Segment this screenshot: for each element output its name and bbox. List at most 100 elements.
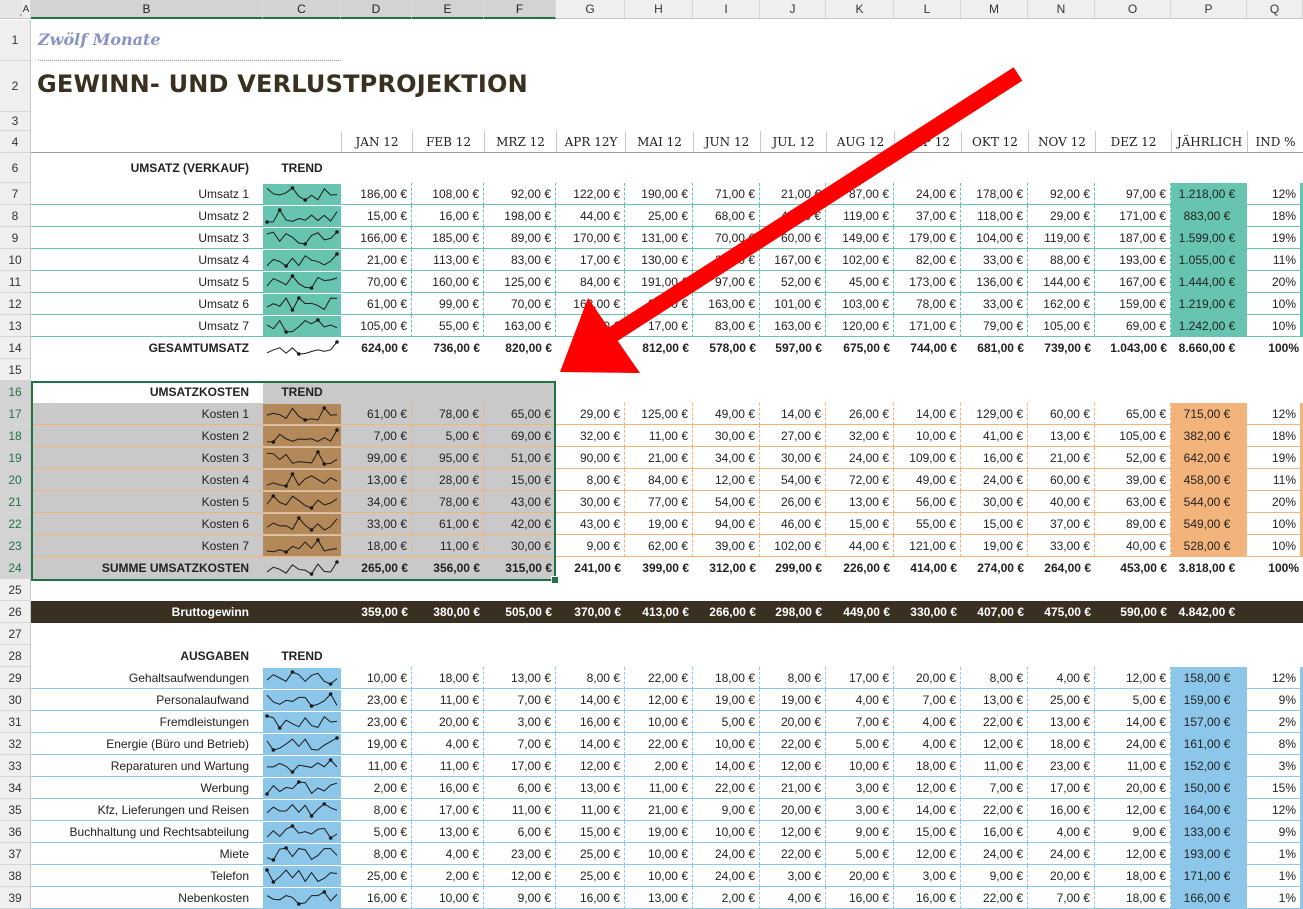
value-cell[interactable]: 16,00 € — [556, 711, 625, 733]
value-cell[interactable]: 121,00 € — [894, 535, 961, 557]
total-value[interactable]: 312,00 € — [693, 557, 760, 579]
value-cell[interactable]: 125,00 € — [484, 271, 556, 293]
value-cell[interactable]: 102,00 € — [760, 535, 826, 557]
row-header-27[interactable]: 27 — [0, 623, 31, 645]
value-cell[interactable]: 131,00 € — [625, 227, 693, 249]
value-cell[interactable]: 11,00 € — [625, 777, 693, 799]
value-cell[interactable]: 8,00 € — [341, 799, 412, 821]
value-cell[interactable]: 16,00 € — [826, 887, 894, 909]
value-cell[interactable]: 25,00 € — [556, 865, 625, 887]
value-cell[interactable]: 10,00 € — [625, 843, 693, 865]
value-cell[interactable]: 109,00 € — [894, 447, 961, 469]
value-cell[interactable]: 90,00 € — [556, 447, 625, 469]
value-cell[interactable]: 187,00 € — [1095, 227, 1171, 249]
total-value[interactable]: 624,00 € — [341, 337, 412, 359]
percent-cell[interactable]: 19% — [1247, 447, 1303, 469]
percent-cell[interactable]: 1% — [1247, 887, 1303, 909]
row-label[interactable]: Energie (Büro und Betrieb) — [31, 733, 263, 755]
value-cell[interactable]: 23,00 € — [484, 843, 556, 865]
trend-header[interactable]: TREND — [263, 153, 341, 183]
value-cell[interactable]: 167,00 € — [760, 249, 826, 271]
row-header-18[interactable]: 18 — [0, 425, 31, 447]
total-value[interactable]: 744,00 € — [894, 337, 961, 359]
column-header-P[interactable]: P — [1171, 0, 1247, 19]
value-cell[interactable]: 83,00 € — [484, 249, 556, 271]
value-cell[interactable]: 4,00 € — [826, 689, 894, 711]
value-cell[interactable]: 20,00 € — [894, 667, 961, 689]
value-cell[interactable]: 70,00 € — [341, 271, 412, 293]
value-cell[interactable]: 17,00 € — [484, 755, 556, 777]
row-header-34[interactable]: 34 — [0, 777, 31, 799]
value-cell[interactable]: 46,00 € — [760, 513, 826, 535]
value-cell[interactable]: 178,00 € — [961, 183, 1028, 205]
value-cell[interactable]: 159,00 € — [1095, 293, 1171, 315]
value-cell[interactable]: 16,00 € — [412, 205, 484, 227]
row-header-11[interactable]: 11 — [0, 271, 31, 293]
value-cell[interactable]: 2,00 € — [412, 865, 484, 887]
annual-total[interactable]: 382,00 € — [1171, 425, 1247, 447]
value-cell[interactable]: 21,00 € — [625, 447, 693, 469]
row-header-6[interactable]: 6 — [0, 153, 31, 183]
total-value[interactable]: 299,00 € — [760, 557, 826, 579]
value-cell[interactable]: 12,00 € — [894, 843, 961, 865]
total-value[interactable]: 399,00 € — [625, 557, 693, 579]
value-cell[interactable]: 49,00 € — [894, 469, 961, 491]
annual-total[interactable]: 642,00 € — [1171, 447, 1247, 469]
value-cell[interactable]: 14,00 € — [556, 689, 625, 711]
value-cell[interactable]: 9,00 € — [693, 799, 760, 821]
value-cell[interactable]: 12,00 € — [760, 821, 826, 843]
row-header-3[interactable]: 3 — [0, 112, 31, 131]
value-cell[interactable]: 5,00 € — [826, 733, 894, 755]
value-cell[interactable]: 22,00 € — [961, 887, 1028, 909]
value-cell[interactable]: 24,00 € — [693, 843, 760, 865]
value-cell[interactable]: 12,00 € — [484, 865, 556, 887]
row-header-28[interactable]: 28 — [0, 645, 31, 667]
row-header-9[interactable]: 9 — [0, 227, 31, 249]
value-cell[interactable]: 94,00 € — [693, 513, 760, 535]
annual-total[interactable]: 549,00 € — [1171, 513, 1247, 535]
value-cell[interactable]: 18,00 € — [1095, 865, 1171, 887]
value-cell[interactable]: 10,00 € — [625, 711, 693, 733]
value-cell[interactable]: 71,00 € — [693, 183, 760, 205]
value-cell[interactable]: 13,00 € — [556, 777, 625, 799]
row-header-20[interactable]: 20 — [0, 469, 31, 491]
value-cell[interactable]: 19,00 € — [625, 513, 693, 535]
value-cell[interactable]: 13,00 € — [961, 689, 1028, 711]
total-annual[interactable]: 8.660,00 € — [1171, 337, 1247, 359]
value-cell[interactable]: 6,00 € — [484, 777, 556, 799]
value-cell[interactable]: 2,00 € — [625, 755, 693, 777]
value-cell[interactable]: 55,00 € — [894, 513, 961, 535]
value-cell[interactable]: 20,00 € — [760, 799, 826, 821]
value-cell[interactable]: 30,00 € — [961, 491, 1028, 513]
value-cell[interactable]: 4,00 € — [760, 887, 826, 909]
annual-total[interactable]: 166,00 € — [1171, 887, 1247, 909]
gross-profit-annual[interactable]: 4.842,00 € — [1171, 601, 1247, 623]
row-label[interactable]: Personalaufwand — [31, 689, 263, 711]
value-cell[interactable]: 24,00 € — [826, 447, 894, 469]
value-cell[interactable]: 20,00 € — [826, 865, 894, 887]
percent-cell[interactable]: 12% — [1247, 667, 1303, 689]
gross-profit-value[interactable]: 380,00 € — [412, 601, 484, 623]
value-cell[interactable]: 21,00 € — [1028, 447, 1095, 469]
total-value[interactable]: 264,00 € — [1028, 557, 1095, 579]
value-cell[interactable]: 24,00 € — [894, 183, 961, 205]
row-header-39[interactable]: 39 — [0, 887, 31, 909]
value-cell[interactable]: 88,00 € — [1028, 249, 1095, 271]
value-cell[interactable]: 32,00 € — [556, 425, 625, 447]
value-cell[interactable]: 22,00 € — [625, 667, 693, 689]
value-cell[interactable]: 20,00 € — [412, 711, 484, 733]
value-cell[interactable]: 198,00 € — [484, 205, 556, 227]
value-cell[interactable]: 104,00 € — [961, 227, 1028, 249]
annual-total[interactable]: 133,00 € — [1171, 821, 1247, 843]
value-cell[interactable]: 97,00 € — [693, 271, 760, 293]
value-cell[interactable]: 13,00 € — [1028, 425, 1095, 447]
value-cell[interactable]: 179,00 € — [894, 227, 961, 249]
value-cell[interactable]: 160,00 € — [412, 271, 484, 293]
value-cell[interactable]: 162,00 € — [1028, 293, 1095, 315]
value-cell[interactable]: 4,00 € — [1028, 667, 1095, 689]
value-cell[interactable]: 13,00 € — [412, 821, 484, 843]
value-cell[interactable]: 4,00 € — [894, 733, 961, 755]
value-cell[interactable]: 105,00 € — [1028, 315, 1095, 337]
percent-cell[interactable]: 18% — [1247, 425, 1303, 447]
annual-total[interactable]: 159,00 € — [1171, 689, 1247, 711]
